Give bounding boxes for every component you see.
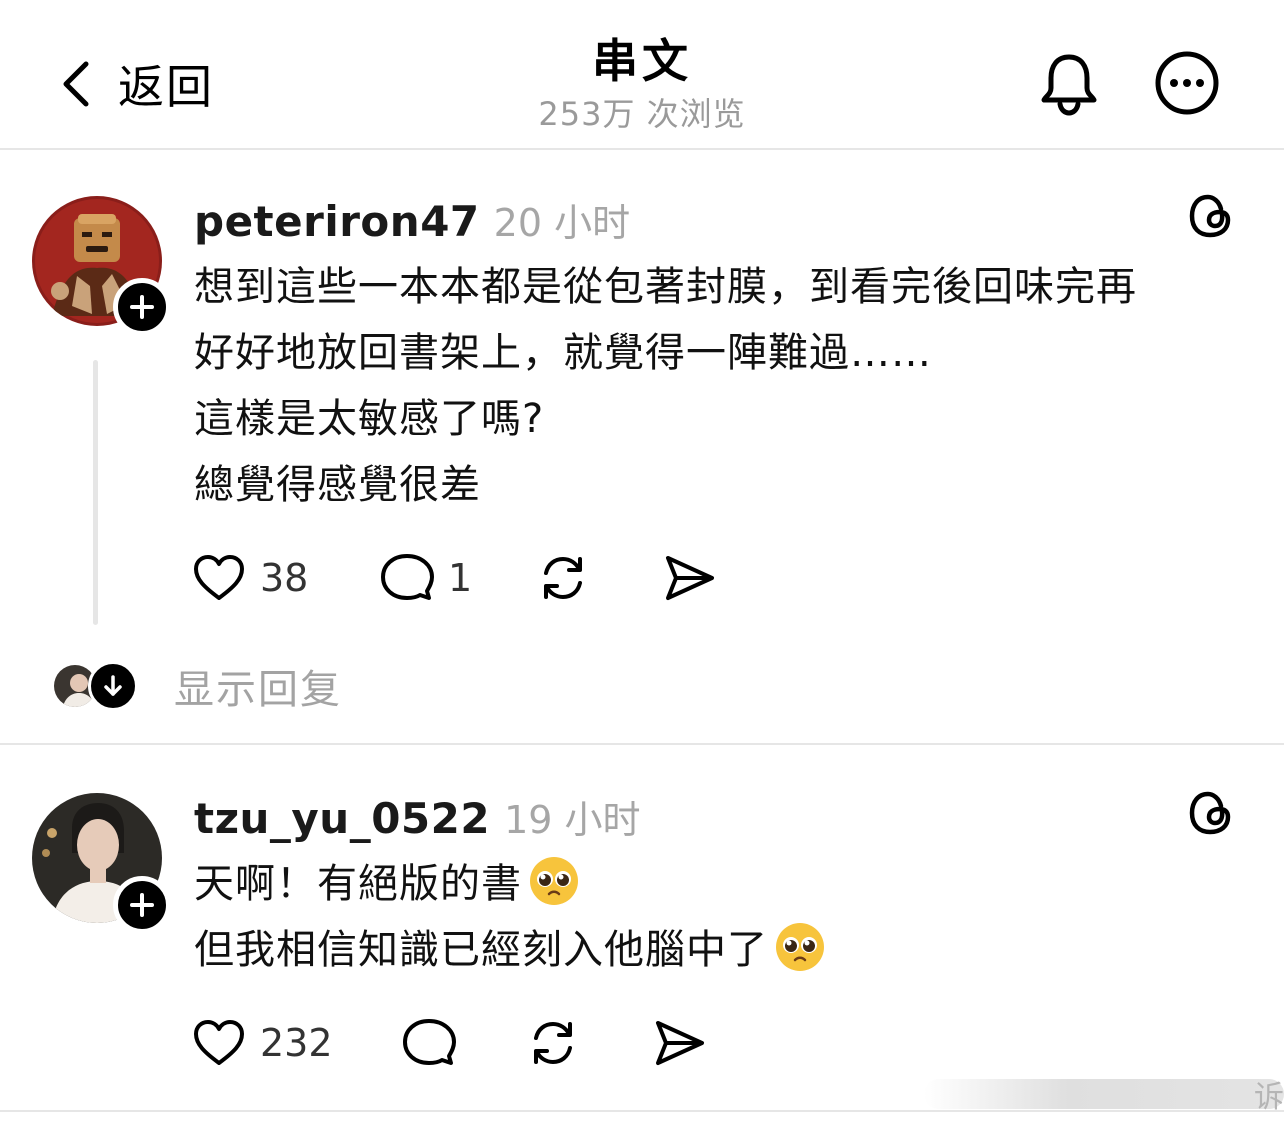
- timestamp: 19 小时: [504, 798, 641, 842]
- top-bar: 返回 串文 253万 次浏览: [0, 0, 1284, 150]
- comment-icon: [381, 554, 434, 600]
- username[interactable]: tzu_yu_0522: [194, 794, 490, 843]
- comment-icon: [403, 1019, 456, 1065]
- bell-icon[interactable]: [1036, 50, 1102, 116]
- pleading-face-icon: [776, 923, 824, 971]
- post-meta: tzu_yu_0522 19 小时: [194, 789, 641, 844]
- threads-logo-icon[interactable]: [1188, 192, 1236, 240]
- watermark: 诉: [870, 1074, 1284, 1115]
- threads-post-page: 返回 串文 253万 次浏览 peteriron47 20 小时 想到這些一本本…: [0, 0, 1284, 1125]
- send-icon: [666, 556, 714, 600]
- repost-icon: [544, 556, 582, 600]
- heart-icon: [194, 1020, 244, 1065]
- like-button[interactable]: 38: [192, 550, 308, 606]
- comment-button[interactable]: 1: [380, 550, 472, 606]
- more-icon[interactable]: [1154, 50, 1220, 116]
- send-icon: [656, 1021, 704, 1065]
- like-button[interactable]: 232: [192, 1015, 333, 1071]
- like-count: 38: [260, 556, 309, 600]
- plus-icon: [130, 893, 154, 917]
- expand-replies: [88, 661, 138, 711]
- post-body: 天啊！有絕版的書 但我相信知識已經刻入他腦中了: [194, 851, 1234, 983]
- comment-button[interactable]: [402, 1015, 456, 1071]
- show-replies-label: 显示回复: [174, 667, 342, 713]
- username[interactable]: peteriron47: [194, 197, 480, 246]
- like-count: 232: [260, 1021, 333, 1065]
- repost-button[interactable]: [526, 1015, 580, 1071]
- watermark-text: 诉: [1254, 1080, 1284, 1115]
- heart-icon: [194, 555, 244, 600]
- post-meta: peteriron47 20 小时: [194, 192, 630, 247]
- arrow-down-icon: [104, 675, 122, 696]
- share-button[interactable]: [662, 550, 716, 606]
- post-line: 但我相信知識已經刻入他腦中了: [194, 917, 1234, 983]
- follow-button[interactable]: [113, 876, 171, 934]
- post-1: peteriron47 20 小时 想到這些一本本都是從包著封膜，到看完後回味完…: [0, 150, 1284, 745]
- show-replies-button[interactable]: 显示回复: [52, 660, 342, 713]
- post-line-text: 天啊！有絕版的書: [194, 861, 522, 907]
- repost-button[interactable]: [536, 550, 590, 606]
- post-2: tzu_yu_0522 19 小时 天啊！有絕版的書 但我相信知識已經刻入他腦中…: [0, 745, 1284, 1125]
- timestamp: 20 小时: [493, 201, 631, 245]
- follow-button[interactable]: [113, 278, 171, 336]
- post-line: 好好地放回書架上，就覺得一陣難過……: [194, 330, 932, 376]
- post-line: 想到這些一本本都是從包著封膜，到看完後回味完再: [194, 264, 1137, 310]
- plus-icon: [130, 295, 154, 319]
- post-body: 想到這些一本本都是從包著封膜，到看完後回味完再 好好地放回書架上，就覺得一陣難過…: [194, 254, 1234, 518]
- post-line: 總覺得感覺很差: [194, 462, 481, 508]
- post-line: 這樣是太敏感了嗎?: [194, 396, 545, 442]
- post-line: 天啊！有絕版的書: [194, 851, 1234, 917]
- threads-logo-icon[interactable]: [1188, 789, 1236, 837]
- post-line-text: 但我相信知識已經刻入他腦中了: [194, 927, 768, 973]
- repost-icon: [534, 1021, 572, 1065]
- watermark-bar: [924, 1079, 1284, 1109]
- comment-count: 1: [448, 556, 473, 600]
- share-button[interactable]: [652, 1015, 706, 1071]
- pleading-face-icon: [530, 857, 578, 905]
- thread-connector: [93, 360, 98, 625]
